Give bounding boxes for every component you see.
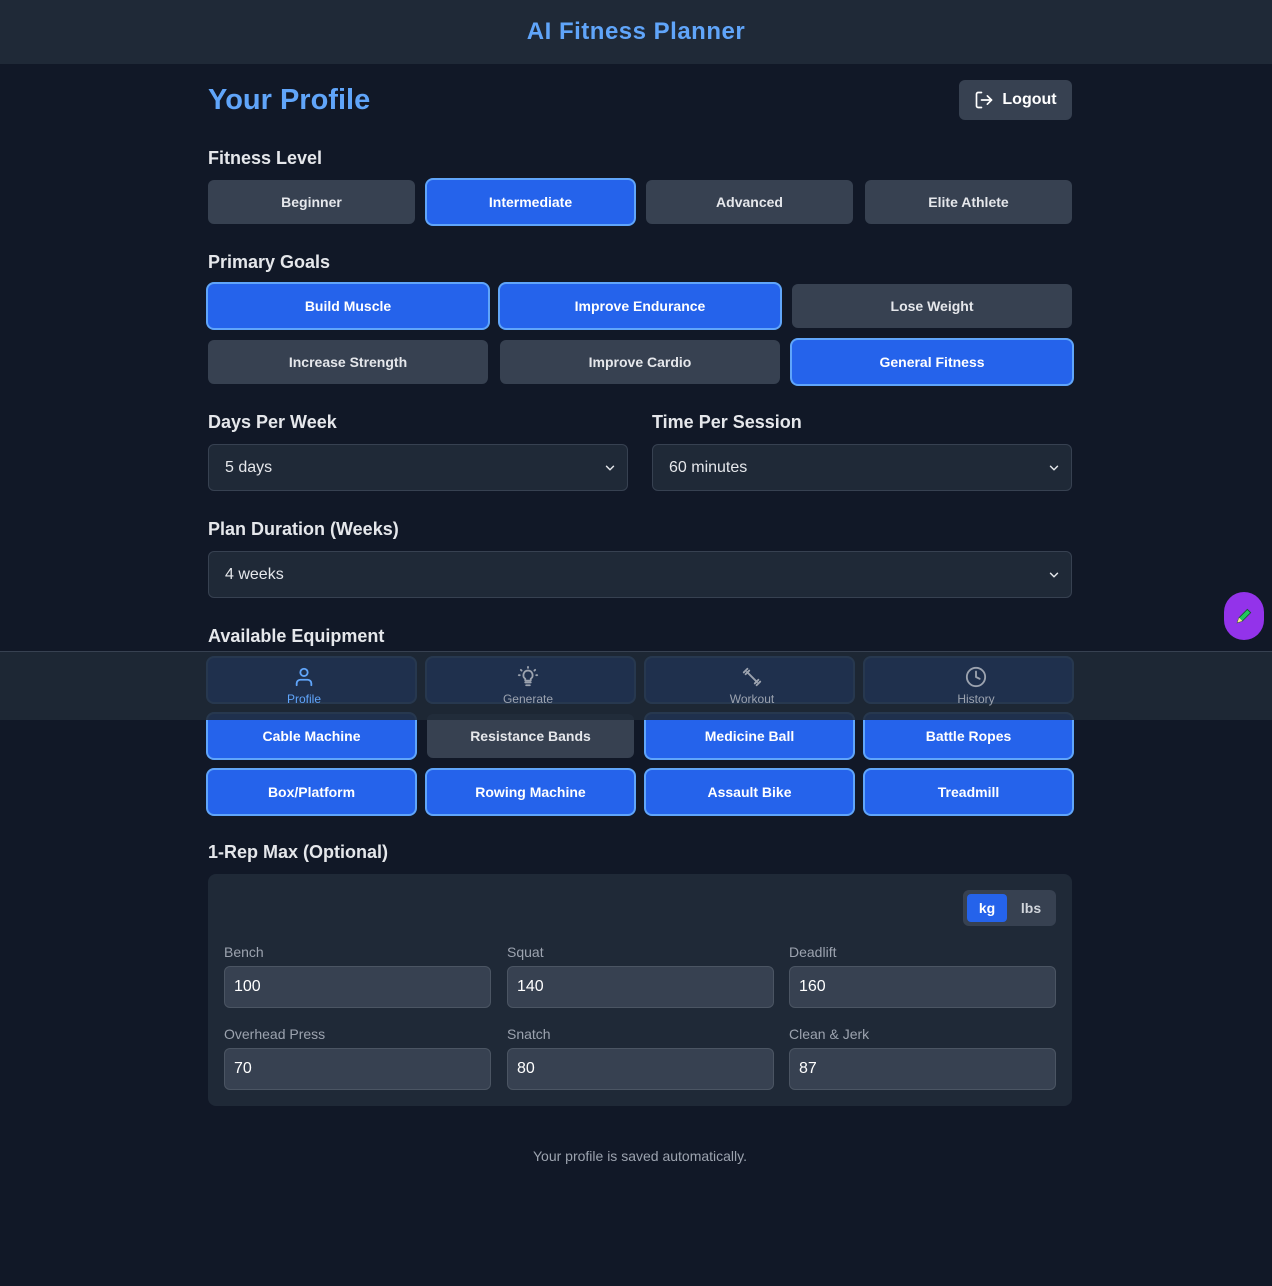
profile-header: Your Profile Logout xyxy=(208,80,1072,120)
snatch-input[interactable]: 80 xyxy=(507,1048,774,1090)
nav-generate-label: Generate xyxy=(502,692,554,706)
chevron-down-icon xyxy=(1049,572,1059,578)
goal-improve-endurance[interactable]: Improve Endurance xyxy=(500,284,780,328)
chevron-down-icon xyxy=(1049,465,1059,471)
squat-label: Squat xyxy=(507,944,544,960)
fitness-level-intermediate[interactable]: Intermediate xyxy=(427,180,634,224)
deadlift-input[interactable]: 160 xyxy=(789,966,1056,1008)
days-per-week-value: 5 days xyxy=(225,458,273,476)
clean-and-jerk-input[interactable]: 87 xyxy=(789,1048,1056,1090)
logout-label: Logout xyxy=(1002,91,1057,108)
pencil-icon xyxy=(1236,608,1252,624)
unit-toggle: kg lbs xyxy=(963,890,1056,926)
nav-workout[interactable]: Workout xyxy=(692,652,812,721)
bench-label: Bench xyxy=(224,944,264,960)
goal-general-fitness[interactable]: General Fitness xyxy=(792,340,1072,384)
goal-increase-strength[interactable]: Increase Strength xyxy=(208,340,488,384)
time-per-session-label: Time Per Session xyxy=(652,412,802,432)
equipment-assault-bike[interactable]: Assault Bike xyxy=(646,770,853,814)
app-title: AI Fitness Planner xyxy=(526,18,746,45)
logout-button[interactable]: Logout xyxy=(959,80,1072,120)
bottom-nav: Profile Generate Workout History xyxy=(0,651,1272,720)
equipment-box-platform[interactable]: Box/Platform xyxy=(208,770,415,814)
autosave-note: Your profile is saved automatically. xyxy=(533,1148,747,1164)
days-per-week-select[interactable]: 5 days xyxy=(208,444,628,491)
nav-generate[interactable]: Generate xyxy=(468,652,588,721)
nav-profile-label: Profile xyxy=(286,692,321,706)
deadlift-label: Deadlift xyxy=(789,944,837,960)
one-rep-max-label: 1-Rep Max (Optional) xyxy=(208,842,389,862)
overhead-press-input[interactable]: 70 xyxy=(224,1048,491,1090)
days-per-week-label: Days Per Week xyxy=(208,412,337,432)
equipment-rowing-machine[interactable]: Rowing Machine xyxy=(427,770,634,814)
squat-input[interactable]: 140 xyxy=(507,966,774,1008)
goal-improve-cardio[interactable]: Improve Cardio xyxy=(500,340,780,384)
fitness-level-advanced[interactable]: Advanced xyxy=(646,180,853,224)
nav-history[interactable]: History xyxy=(916,652,1036,721)
logout-icon xyxy=(976,91,993,109)
user-icon xyxy=(295,667,313,687)
clean-and-jerk-label: Clean & Jerk xyxy=(789,1026,870,1042)
goal-build-muscle[interactable]: Build Muscle xyxy=(208,284,488,328)
time-per-session-value: 60 minutes xyxy=(669,458,748,476)
plan-duration-select[interactable]: 4 weeks xyxy=(208,551,1072,598)
unit-kg-button[interactable]: kg xyxy=(967,894,1007,922)
plan-duration-value: 4 weeks xyxy=(225,565,284,583)
equipment-treadmill[interactable]: Treadmill xyxy=(865,770,1072,814)
available-equipment-label: Available Equipment xyxy=(208,626,385,646)
overhead-press-label: Overhead Press xyxy=(224,1026,326,1042)
edit-fab-button[interactable] xyxy=(1224,592,1264,640)
page-title: Your Profile xyxy=(208,84,371,116)
lightbulb-icon xyxy=(517,666,539,687)
time-per-session-select[interactable]: 60 minutes xyxy=(652,444,1072,491)
unit-lbs-button[interactable]: lbs xyxy=(1011,894,1051,922)
dumbbell-icon xyxy=(742,667,762,687)
nav-workout-label: Workout xyxy=(729,692,775,706)
fitness-level-beginner[interactable]: Beginner xyxy=(208,180,415,224)
chevron-down-icon xyxy=(605,465,615,471)
fitness-level-label: Fitness Level xyxy=(208,148,323,168)
bench-input[interactable]: 100 xyxy=(224,966,491,1008)
snatch-label: Snatch xyxy=(507,1026,551,1042)
nav-profile[interactable]: Profile xyxy=(244,652,364,721)
clock-icon xyxy=(965,666,987,688)
goal-lose-weight[interactable]: Lose Weight xyxy=(792,284,1072,328)
one-rep-max-panel: kg lbs Bench 100 Squat 140 Deadlift 160 … xyxy=(208,874,1072,1106)
primary-goals-label: Primary Goals xyxy=(208,252,331,272)
nav-history-label: History xyxy=(957,692,995,706)
app-header: AI Fitness Planner xyxy=(0,0,1272,64)
fitness-level-elite-athlete[interactable]: Elite Athlete xyxy=(865,180,1072,224)
plan-duration-label: Plan Duration (Weeks) xyxy=(208,519,399,539)
